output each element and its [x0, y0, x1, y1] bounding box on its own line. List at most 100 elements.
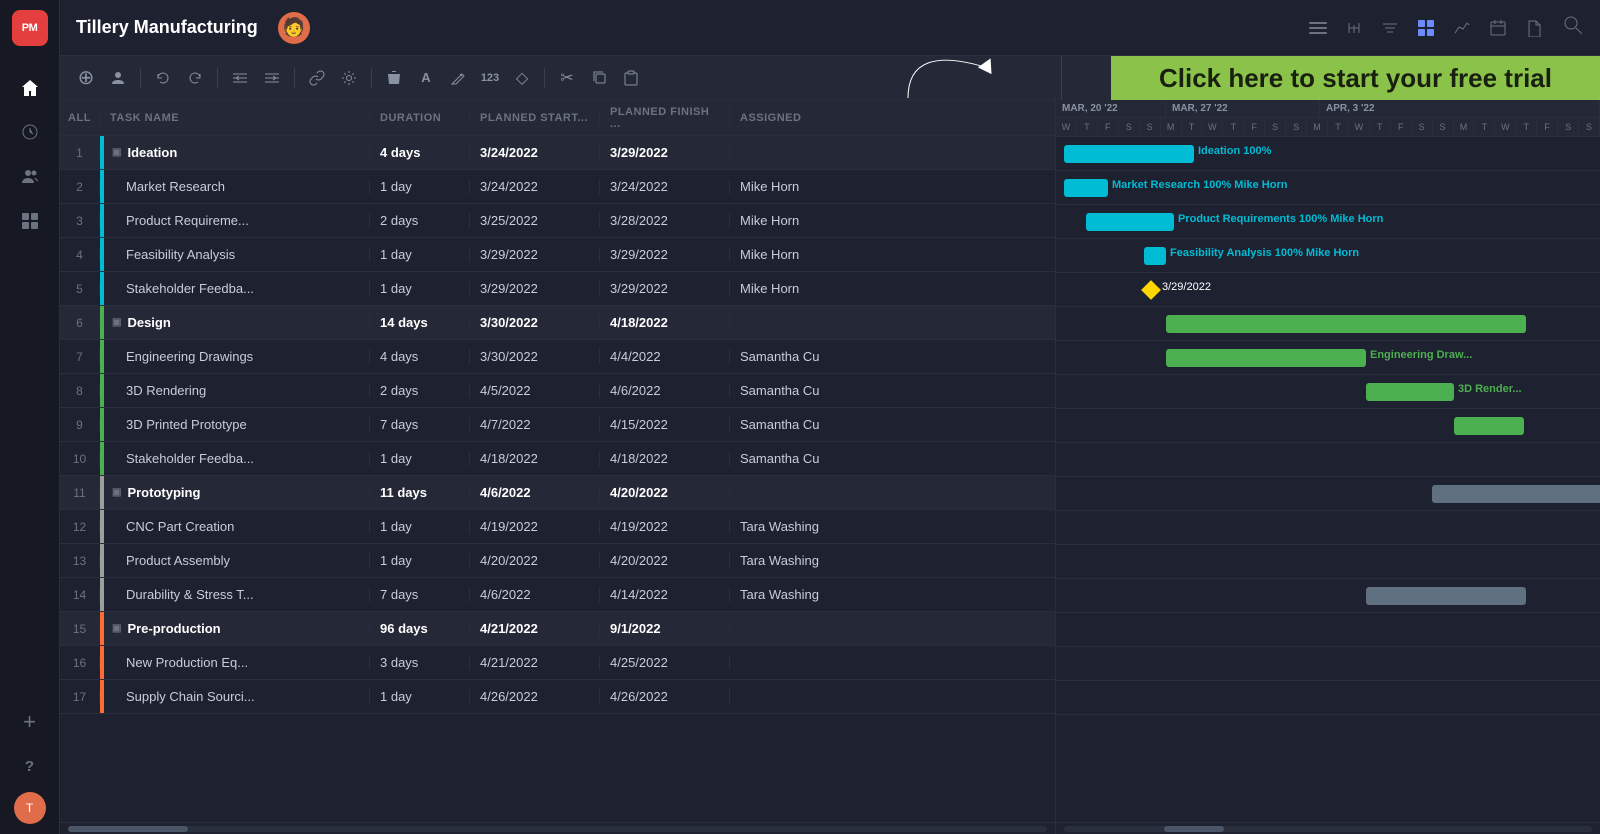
row-task-name: Stakeholder Feedba... [104, 451, 370, 466]
row-assigned: Tara Washing [730, 553, 870, 568]
gantt-scrollbar-track[interactable] [1064, 826, 1592, 832]
topbar-chart-icon[interactable] [1446, 12, 1478, 44]
table-row[interactable]: 12CNC Part Creation1 day4/19/20224/19/20… [60, 510, 1055, 544]
gantt-dates-top: MAR, 20 '22 MAR, 27 '22 APR, 3 '22 [1056, 100, 1600, 118]
table-row[interactable]: 17Supply Chain Sourci...1 day4/26/20224/… [60, 680, 1055, 714]
toolbar-link-btn[interactable] [303, 64, 331, 92]
row-finish-date: 4/20/2022 [600, 485, 730, 500]
group-collapse-icon[interactable]: ▣ [112, 487, 121, 498]
toolbar-numbers-btn[interactable]: 123 [476, 64, 504, 92]
group-collapse-icon[interactable]: ▣ [112, 147, 121, 158]
toolbar-edit-btn[interactable] [444, 64, 472, 92]
row-duration: 1 day [370, 553, 470, 568]
sidebar-item-add[interactable]: + [12, 704, 48, 740]
table-area: ALL TASK NAME DURATION PLANNED START... … [60, 100, 1055, 834]
row-task-name: ▣Pre-production [104, 621, 370, 636]
toolbar-copy-btn[interactable] [585, 64, 613, 92]
search-icon[interactable] [1562, 14, 1584, 42]
cta-button[interactable]: Click here to start your free trial [1111, 56, 1600, 100]
user-avatar[interactable]: 🧑 [278, 12, 310, 44]
row-task-name: ▣Ideation [104, 145, 370, 160]
toolbar-settings-btn[interactable] [335, 64, 363, 92]
sidebar-avatar[interactable]: T [14, 792, 46, 824]
gantt-bar [1166, 315, 1526, 333]
gantt-scrollbar-thumb[interactable] [1164, 826, 1224, 832]
row-number: 1 [60, 146, 100, 160]
toolbar-outdent-btn[interactable] [226, 64, 254, 92]
toolbar-redo-btn[interactable] [181, 64, 209, 92]
table-row[interactable]: 2Market Research1 day3/24/20223/24/2022M… [60, 170, 1055, 204]
row-start-date: 4/19/2022 [470, 519, 600, 534]
col-start: PLANNED START... [470, 112, 600, 124]
table-row[interactable]: 16New Production Eq...3 days4/21/20224/2… [60, 646, 1055, 680]
col-duration: DURATION [370, 112, 470, 124]
row-number: 8 [60, 384, 100, 398]
topbar-filter-icon[interactable] [1374, 12, 1406, 44]
toolbar-user-btn[interactable] [104, 64, 132, 92]
sidebar-item-help[interactable]: ? [12, 748, 48, 784]
row-start-date: 4/6/2022 [470, 587, 600, 602]
scrollbar-thumb[interactable] [68, 826, 188, 832]
table-scrollbar[interactable] [60, 822, 1055, 834]
gantt-day-label: T [1223, 118, 1244, 136]
toolbar-add-btn[interactable]: ⊕ [72, 64, 100, 92]
row-number: 10 [60, 452, 100, 466]
table-row[interactable]: 10Stakeholder Feedba...1 day4/18/20224/1… [60, 442, 1055, 476]
toolbar-diamond-btn[interactable]: ◇ [508, 64, 536, 92]
table-row[interactable]: 7Engineering Drawings4 days3/30/20224/4/… [60, 340, 1055, 374]
table-row[interactable]: 1▣Ideation4 days3/24/20223/29/2022 [60, 136, 1055, 170]
sidebar-item-people[interactable] [12, 158, 48, 194]
topbar-calendar-icon[interactable] [1482, 12, 1514, 44]
gantt-row: 3D Render... [1056, 375, 1600, 409]
gantt-scrollbar[interactable] [1056, 822, 1600, 834]
toolbar-indent-btn[interactable] [258, 64, 286, 92]
gantt-day-label: F [1098, 118, 1119, 136]
gantt-day-label: T [1370, 118, 1391, 136]
row-task-name: Feasibility Analysis [104, 247, 370, 262]
toolbar-cut-btn[interactable]: ✂ [553, 64, 581, 92]
gantt-date-group-1: MAR, 20 '22 [1056, 100, 1166, 117]
topbar-doc-icon[interactable] [1518, 12, 1550, 44]
gantt-day-label: S [1433, 118, 1454, 136]
topbar-grid-icon[interactable] [1410, 12, 1442, 44]
table-row[interactable]: 3Product Requireme...2 days3/25/20223/28… [60, 204, 1055, 238]
row-assigned: Samantha Cu [730, 383, 870, 398]
table-row[interactable]: 14Durability & Stress T...7 days4/6/2022… [60, 578, 1055, 612]
gantt-day-label: T [1328, 118, 1349, 136]
cta-section: Click here to start your free trial [1061, 56, 1600, 100]
table-row[interactable]: 5Stakeholder Feedba...1 day3/29/20223/29… [60, 272, 1055, 306]
sidebar-logo[interactable]: PM [12, 10, 48, 46]
row-finish-date: 3/24/2022 [600, 179, 730, 194]
gantt-day-label: F [1244, 118, 1265, 136]
row-finish-date: 3/29/2022 [600, 247, 730, 262]
sidebar-item-recent[interactable] [12, 114, 48, 150]
table-row[interactable]: 83D Rendering2 days4/5/20224/6/2022Saman… [60, 374, 1055, 408]
table-body: 1▣Ideation4 days3/24/20223/29/20222Marke… [60, 136, 1055, 822]
topbar-view-icon[interactable] [1338, 12, 1370, 44]
toolbar-font-btn[interactable]: A [412, 64, 440, 92]
sidebar-item-projects[interactable] [12, 202, 48, 238]
gantt-row: Product Requirements 100% Mike Horn [1056, 205, 1600, 239]
row-finish-date: 4/25/2022 [600, 655, 730, 670]
table-row[interactable]: 4Feasibility Analysis1 day3/29/20223/29/… [60, 238, 1055, 272]
gantt-row: Ideation 100% [1056, 137, 1600, 171]
toolbar-paste-btn[interactable] [617, 64, 645, 92]
table-row[interactable]: 6▣Design14 days3/30/20224/18/2022 [60, 306, 1055, 340]
table-row[interactable]: 93D Printed Prototype7 days4/7/20224/15/… [60, 408, 1055, 442]
group-collapse-icon[interactable]: ▣ [112, 623, 121, 634]
gantt-row: Engineering Draw... [1056, 341, 1600, 375]
scrollbar-track[interactable] [68, 826, 1047, 832]
group-collapse-icon[interactable]: ▣ [112, 317, 121, 328]
row-task-name: Stakeholder Feedba... [104, 281, 370, 296]
table-row[interactable]: 11▣Prototyping11 days4/6/20224/20/2022 [60, 476, 1055, 510]
topbar-menu-icon[interactable] [1302, 12, 1334, 44]
table-row[interactable]: 15▣Pre-production96 days4/21/20229/1/202… [60, 612, 1055, 646]
table-row[interactable]: 13Product Assembly1 day4/20/20224/20/202… [60, 544, 1055, 578]
gantt-bar [1064, 145, 1194, 163]
sidebar-item-home[interactable] [12, 70, 48, 106]
main-content: Tillery Manufacturing 🧑 [60, 0, 1600, 834]
row-task-name: Market Research [104, 179, 370, 194]
toolbar-undo-btn[interactable] [149, 64, 177, 92]
toolbar-delete-btn[interactable] [380, 64, 408, 92]
row-task-name: 3D Printed Prototype [104, 417, 370, 432]
